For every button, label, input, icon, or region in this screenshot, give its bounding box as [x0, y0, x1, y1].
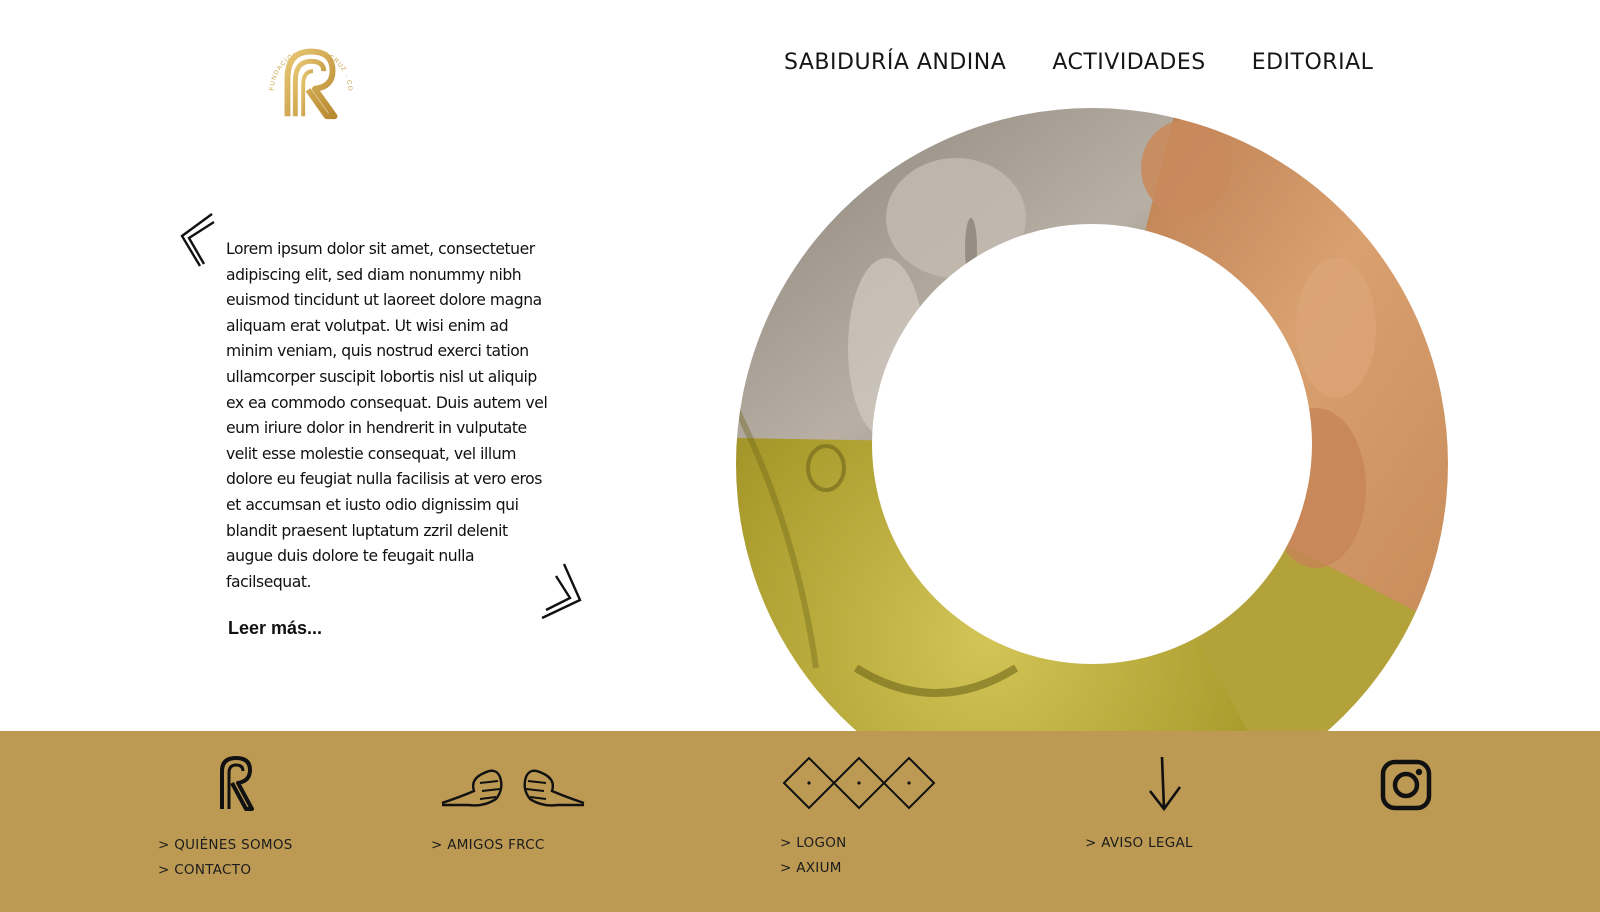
footer-links-friends: > AMIGOS FRCC	[431, 837, 545, 853]
footer-links-legal: > AVISO LEGAL	[1085, 835, 1193, 851]
footer-link-aviso-legal[interactable]: > AVISO LEGAL	[1085, 835, 1193, 851]
chevron-left-icon[interactable]	[176, 210, 220, 274]
footer-links-platforms: > LOGON > AXIUM	[780, 835, 847, 876]
read-more-link[interactable]: Leer más...	[228, 618, 322, 639]
rk-monogram-icon[interactable]	[218, 755, 256, 811]
footer-links-about: > QUIÉNES SOMOS > CONTACTO	[158, 837, 293, 878]
nav-editorial[interactable]: EDITORIAL	[1252, 50, 1374, 75]
footer-link-contacto[interactable]: > CONTACTO	[158, 862, 293, 878]
footer-link-amigos-frcc[interactable]: > AMIGOS FRCC	[431, 837, 545, 853]
footer-link-axium[interactable]: > AXIUM	[780, 860, 847, 876]
artifacts-image-ring	[736, 108, 1448, 820]
site-footer: > QUIÉNES SOMOS > CONTACTO > AMIGOS FRCC…	[0, 731, 1600, 912]
nav-actividades[interactable]: ACTIVIDADES	[1052, 50, 1205, 75]
instagram-icon[interactable]	[1380, 759, 1432, 811]
diamonds-icon[interactable]	[782, 755, 940, 811]
hands-icon[interactable]	[440, 761, 586, 811]
arrow-down-icon[interactable]	[1146, 755, 1184, 813]
fundacion-logo[interactable]: FUNDACIÓN · ROSACRUZ · COLOMBIA	[262, 30, 360, 128]
footer-link-logon[interactable]: > LOGON	[780, 835, 847, 851]
nav-sabiduria-andina[interactable]: SABIDURÍA ANDINA	[784, 50, 1006, 75]
main-nav: SABIDURÍA ANDINA ACTIVIDADES EDITORIAL	[784, 50, 1373, 75]
intro-paragraph: Lorem ipsum dolor sit amet, consectetuer…	[226, 240, 548, 591]
footer-link-quienes-somos[interactable]: > QUIÉNES SOMOS	[158, 837, 293, 853]
